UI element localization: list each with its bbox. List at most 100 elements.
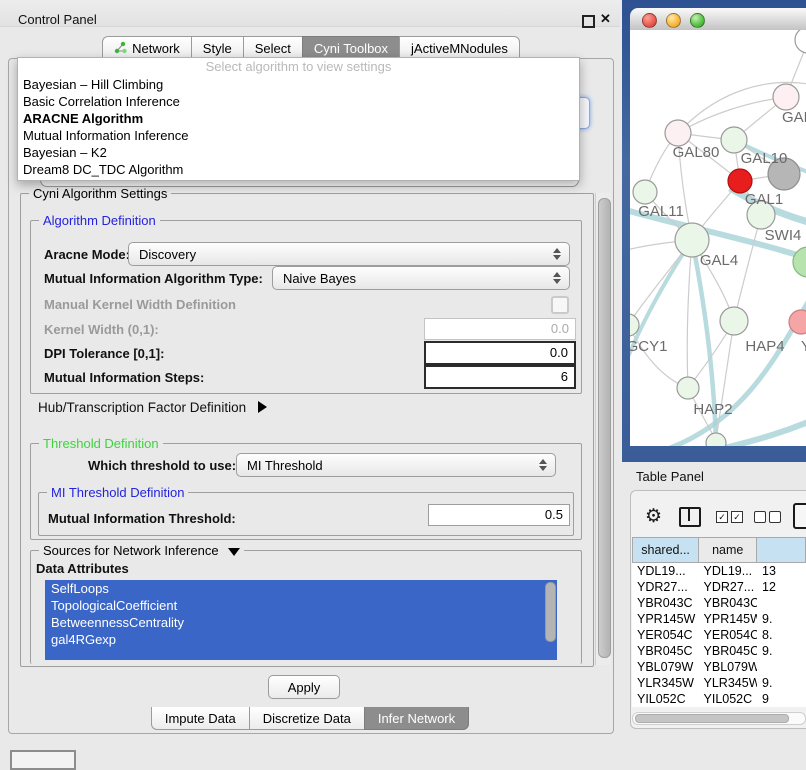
network-node[interactable] — [720, 307, 748, 335]
table-cell: 8. — [757, 627, 806, 643]
network-window-titlebar[interactable] — [630, 8, 806, 31]
aracne-mode-value: Discovery — [129, 247, 549, 262]
chevron-down-icon — [228, 548, 240, 556]
sources-group-title[interactable]: Sources for Network Inference — [39, 543, 244, 558]
node-label-hap4: HAP4 — [745, 338, 784, 355]
table-row[interactable]: YDL19...YDL19...13 — [632, 563, 806, 579]
table-panel-title: Table Panel — [636, 469, 704, 484]
split-view-icon[interactable] — [679, 507, 701, 527]
dpi-tolerance-field[interactable]: 0.0 — [424, 341, 576, 365]
table-header-row: shared...name — [632, 537, 806, 563]
network-edge[interactable] — [716, 321, 734, 440]
network-node[interactable] — [665, 120, 691, 146]
tab-label: Style — [203, 41, 232, 56]
table-row[interactable]: YBL079WYBL079W — [632, 659, 806, 675]
table-row[interactable]: YIL052CYIL052C9 — [632, 691, 806, 707]
column-header-name[interactable]: name — [699, 537, 757, 563]
bottom-tab-bar: Impute DataDiscretize DataInfer Network — [8, 707, 612, 730]
table-cell: YDL19... — [632, 563, 699, 579]
table-row[interactable]: YBR045CYBR045C9. — [632, 643, 806, 659]
table-row[interactable]: YLR345WYLR345W9. — [632, 675, 806, 691]
table-row[interactable]: YDR27...YDR27...12 — [632, 579, 806, 595]
table-cell: 13 — [757, 563, 806, 579]
checked-checkbox-icon[interactable]: ✓ — [731, 511, 743, 523]
which-threshold-combo[interactable]: MI Threshold — [236, 453, 556, 477]
table-row[interactable]: YPR145WYPR145W9. — [632, 611, 806, 627]
node-label-swi4: SWI4 — [765, 227, 802, 244]
table-cell: 9. — [757, 611, 806, 627]
algorithm-option-bayesian-hill-climbing[interactable]: Bayesian – Hill Climbing — [18, 76, 579, 93]
settings-scrollbar[interactable] — [595, 193, 611, 665]
data-attributes-list[interactable]: SelfLoopsTopologicalCoefficientBetweenne… — [45, 580, 557, 660]
table-horizontal-scrollbar[interactable] — [632, 712, 806, 725]
table-cell — [757, 595, 806, 611]
table-cell: YLR345W — [699, 675, 758, 691]
attribute-item-topologicalcoefficient[interactable]: TopologicalCoefficient — [45, 597, 557, 614]
algorithm-option-dream8-dc-tdc-algorithm[interactable]: Dream8 DC_TDC Algorithm — [18, 161, 579, 178]
algorithm-option-aracne-algorithm[interactable]: ARACNE Algorithm — [18, 110, 579, 127]
network-node[interactable] — [633, 180, 657, 204]
network-node[interactable] — [677, 377, 699, 399]
chevron-right-icon — [258, 401, 267, 413]
apply-button[interactable]: Apply — [268, 675, 340, 699]
algorithm-option-bayesian-k2[interactable]: Bayesian – K2 — [18, 144, 579, 161]
table-scrollbar-thumb[interactable] — [635, 714, 789, 723]
network-edge[interactable] — [687, 240, 692, 388]
combo-arrows-icon — [549, 272, 565, 284]
table-cell: YPR145W — [632, 611, 699, 627]
network-node[interactable] — [728, 169, 752, 193]
network-node[interactable] — [773, 84, 799, 110]
table-body: YDL19...YDL19...13YDR27...YDR27...12YBR0… — [632, 563, 806, 707]
list-scrollbar[interactable] — [545, 582, 556, 642]
manual-kernel-width-checkbox[interactable] — [551, 296, 569, 314]
kernel-width-label: Kernel Width (0,1): — [44, 322, 159, 337]
table-row[interactable]: YBR043CYBR043C — [632, 595, 806, 611]
node-label-gal80: GAL80 — [673, 144, 720, 161]
attribute-item-selfloops[interactable]: SelfLoops — [45, 580, 557, 597]
bottom-tab-discretize-data[interactable]: Discretize Data — [249, 707, 364, 730]
table-cell: 9. — [757, 643, 806, 659]
mi-threshold-definition-title: MI Threshold Definition — [47, 485, 188, 500]
mi-algorithm-type-combo[interactable]: Naive Bayes — [272, 266, 570, 290]
attribute-item-betweennesscentrality[interactable]: BetweennessCentrality — [45, 614, 557, 631]
bottom-tab-infer-network[interactable]: Infer Network — [364, 707, 469, 730]
mi-threshold-field[interactable]: 0.5 — [428, 504, 570, 526]
unchecked-checkbox-icon[interactable] — [754, 511, 766, 523]
settings-scrollbar-thumb[interactable] — [598, 198, 611, 658]
table-cell: YIL052C — [632, 691, 699, 707]
gear-icon[interactable]: ⚙ — [645, 505, 662, 528]
network-node[interactable] — [706, 433, 726, 446]
bottom-tab-impute-data[interactable]: Impute Data — [151, 707, 249, 730]
network-canvas[interactable]: GALGAL80GAL10GAL1GAL11SWI4GAL4GCY1HAP4YH… — [630, 30, 806, 446]
table-row[interactable]: YER054CYER054C8. — [632, 627, 806, 643]
algorithm-option-basic-correlation-inference[interactable]: Basic Correlation Inference — [18, 93, 579, 110]
close-icon[interactable]: ✕ — [600, 11, 611, 27]
mi-steps-label: Mutual Information Steps: — [44, 370, 204, 385]
checked-checkbox-icon[interactable]: ✓ — [716, 511, 728, 523]
kernel-width-field[interactable]: 0.0 — [424, 318, 576, 340]
close-traffic-light-icon[interactable] — [642, 13, 657, 28]
network-node[interactable] — [795, 30, 806, 53]
table-cell: YDL19... — [699, 563, 758, 579]
column-header-hidden[interactable] — [757, 537, 806, 563]
minimize-traffic-light-icon[interactable] — [666, 13, 681, 28]
tab-label: Network — [132, 41, 180, 56]
zoom-traffic-light-icon[interactable] — [690, 13, 705, 28]
mi-algorithm-type-label: Mutual Information Algorithm Type: — [44, 271, 263, 286]
column-header-shared-[interactable]: shared... — [632, 537, 699, 563]
float-window-icon[interactable] — [582, 15, 595, 28]
table-cell: YBR045C — [699, 643, 758, 659]
mi-steps-field[interactable]: 6 — [424, 365, 576, 389]
attribute-item-gal4rgexp[interactable]: gal4RGexp — [45, 631, 557, 648]
data-attributes-label: Data Attributes — [36, 561, 129, 576]
which-threshold-label: Which threshold to use: — [88, 458, 236, 473]
page-icon[interactable] — [793, 503, 806, 529]
hub-definition-toggle[interactable]: Hub/Transcription Factor Definition — [38, 400, 267, 415]
node-label-gal1: GAL1 — [745, 191, 783, 208]
hub-definition-label: Hub/Transcription Factor Definition — [38, 400, 246, 415]
aracne-mode-combo[interactable]: Discovery — [128, 242, 570, 266]
algorithm-option-mutual-information-inference[interactable]: Mutual Information Inference — [18, 127, 579, 144]
unchecked-checkbox-icon[interactable] — [769, 511, 781, 523]
table-cell: YPR145W — [699, 611, 758, 627]
table-cell: YDR27... — [699, 579, 758, 595]
